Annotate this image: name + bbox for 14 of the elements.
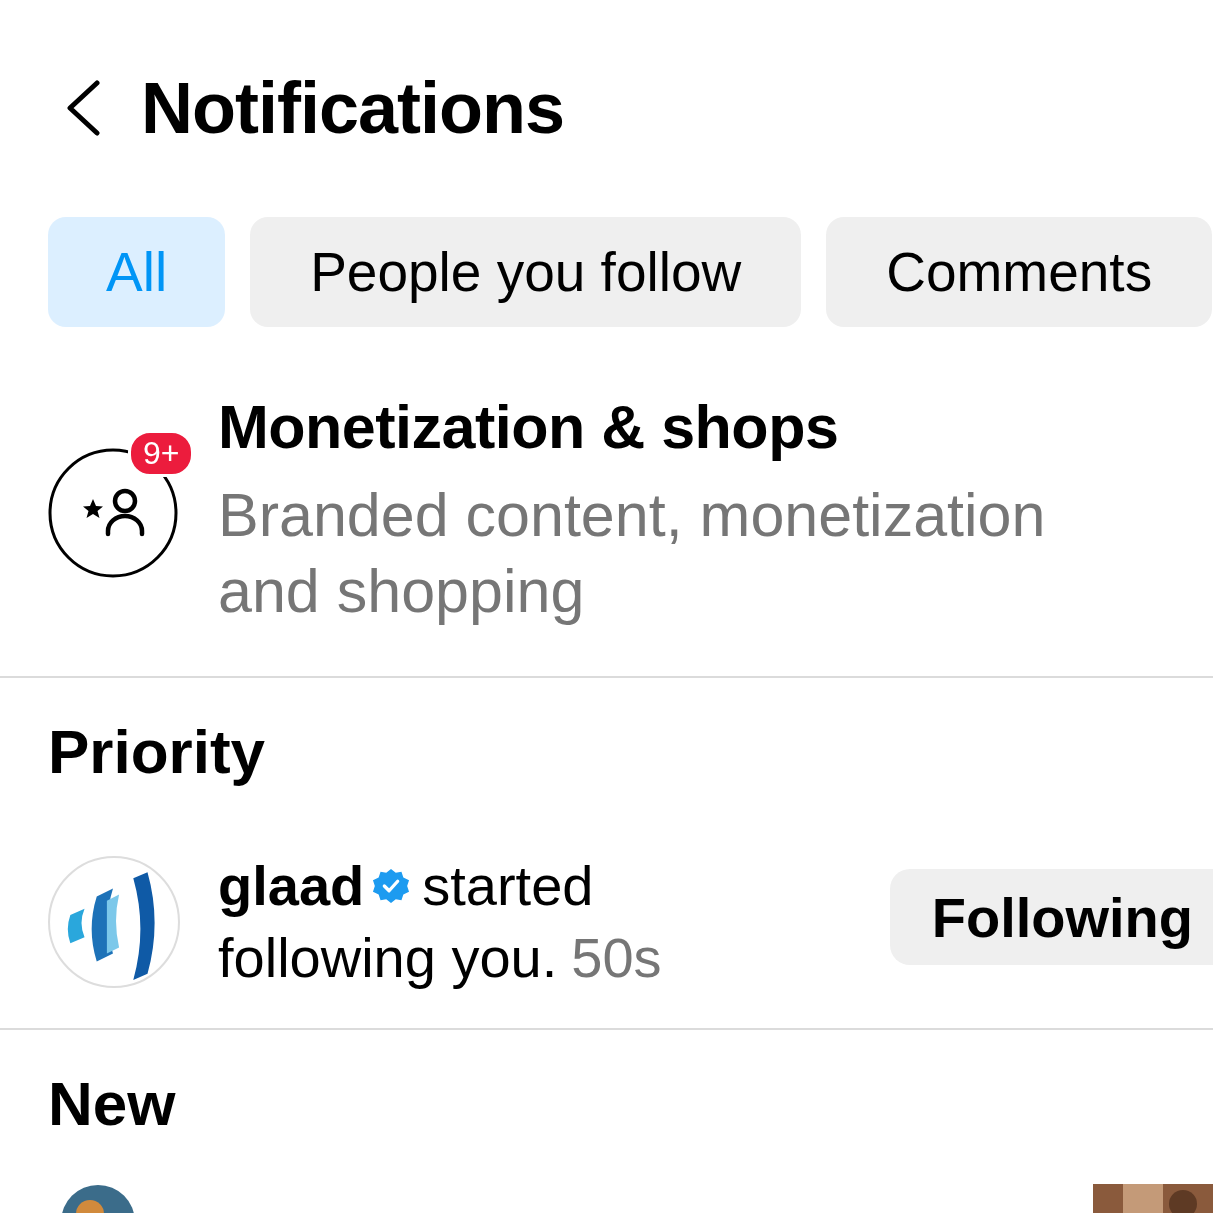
- notification-text: started: [422, 853, 594, 919]
- summary-subtitle: Branded content, monetization and shopping: [218, 480, 1047, 627]
- following-button[interactable]: Following: [889, 869, 1213, 965]
- section-heading: Priority: [48, 716, 267, 788]
- summary-title[interactable]: Monetization & shops: [218, 387, 1098, 467]
- notification-text: following you.: [218, 925, 558, 991]
- username[interactable]: glaad: [218, 850, 365, 922]
- logo-avatar[interactable]: [48, 856, 180, 988]
- filter-tab[interactable]: Comments: [826, 217, 1213, 327]
- section-heading: New: [48, 1068, 177, 1140]
- page-title: Notifications: [141, 67, 564, 149]
- back-icon[interactable]: [65, 80, 101, 136]
- timestamp: 50s: [571, 925, 662, 991]
- filter-tab[interactable]: People you follow: [250, 217, 802, 327]
